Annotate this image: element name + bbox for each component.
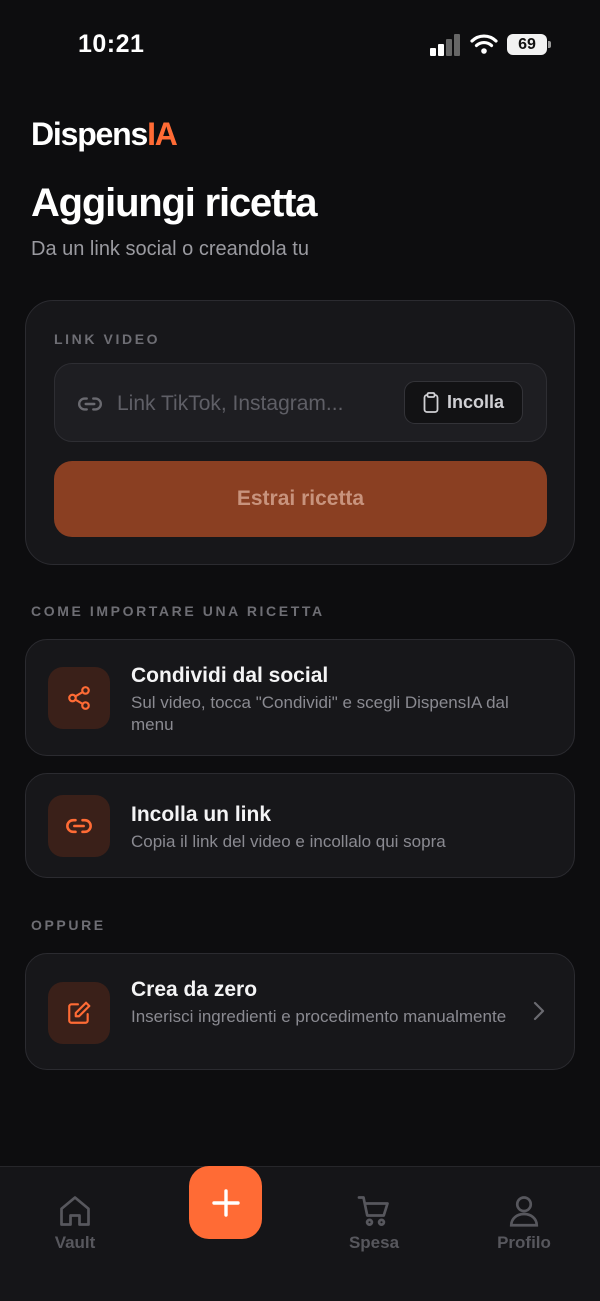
share-from-social-desc: Sul video, tocca "Condividi" e scegli Di…	[131, 693, 509, 734]
edit-icon	[68, 1001, 91, 1024]
clipboard-icon	[423, 391, 439, 413]
share-from-social-card[interactable]: Condividi dal social Sul video, tocca "C…	[25, 639, 575, 756]
create-from-scratch-desc: Inserisci ingredienti e procedimento man…	[131, 1007, 507, 1026]
tab-profilo[interactable]: Profilo	[474, 1193, 574, 1253]
home-icon	[60, 1196, 90, 1226]
tab-vault-label: Vault	[54, 1233, 96, 1252]
create-from-scratch-card[interactable]: Crea da zero Inserisci ingredienti e pro…	[25, 953, 575, 1070]
link-input-container: Incolla	[54, 363, 547, 442]
paste-link-desc: Copia il link del video e incollalo qui …	[131, 832, 446, 851]
create-from-scratch-title: Crea da zero	[131, 978, 258, 1001]
tab-spesa[interactable]: Spesa	[324, 1193, 424, 1253]
or-section-label: OPPURE	[31, 917, 106, 933]
status-time: 10:21	[78, 30, 145, 58]
paste-link-card[interactable]: Incolla un link Copia il link del video …	[25, 773, 575, 878]
paste-button-label: Incolla	[446, 392, 504, 412]
edit-icon-box	[48, 982, 110, 1044]
page-subtitle: Da un link social o creandola tu	[31, 238, 309, 260]
status-bar: 10:21 69	[0, 0, 600, 90]
tab-bar: Vault Spesa Profilo	[0, 1166, 600, 1301]
chevron-right-icon	[533, 1001, 545, 1021]
extract-recipe-button[interactable]: Estrai ricetta	[54, 461, 547, 537]
page-title: Aggiungi ricetta	[31, 181, 317, 225]
link-video-input[interactable]	[117, 384, 379, 424]
tab-spesa-label: Spesa	[348, 1233, 400, 1252]
brand-name-accent: IA	[147, 116, 178, 152]
app-logo: DispensIA	[31, 116, 178, 153]
add-recipe-screen: 10:21 69 DispensIA Aggiungi ricetta Da u…	[0, 0, 600, 1301]
add-recipe-button[interactable]	[189, 1166, 262, 1239]
cart-icon	[357, 1196, 389, 1226]
brand-name-main: Dispens	[31, 116, 148, 152]
import-section-label: COME IMPORTARE UNA RICETTA	[31, 603, 325, 619]
wifi-icon	[470, 34, 498, 54]
share-from-social-title: Condividi dal social	[131, 664, 329, 687]
link-icon-box	[48, 795, 110, 857]
link-icon	[66, 818, 92, 834]
link-video-label: LINK VIDEO	[54, 331, 161, 347]
user-icon	[509, 1196, 539, 1227]
share-icon	[68, 686, 90, 710]
battery-tip	[548, 41, 551, 48]
paste-button[interactable]: Incolla	[404, 381, 523, 424]
battery-indicator: 69	[507, 34, 547, 55]
link-icon	[78, 397, 102, 411]
plus-icon	[211, 1188, 240, 1217]
share-icon-box	[48, 667, 110, 729]
tab-profilo-label: Profilo	[497, 1233, 551, 1252]
tab-vault[interactable]: Vault	[25, 1193, 125, 1253]
link-video-card: LINK VIDEO Incolla Estrai ricetta	[25, 300, 575, 565]
cellular-signal-icon	[430, 34, 462, 56]
paste-link-title: Incolla un link	[131, 803, 272, 826]
